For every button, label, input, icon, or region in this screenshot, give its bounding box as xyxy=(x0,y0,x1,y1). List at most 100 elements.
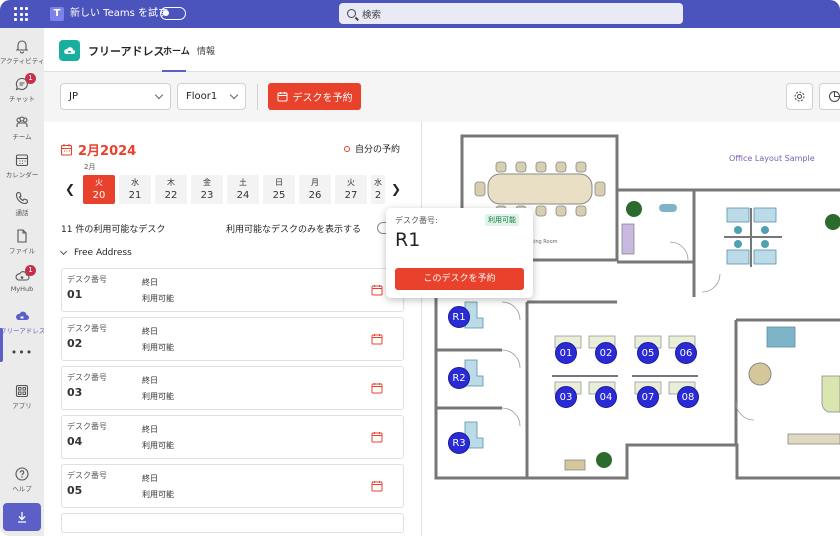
desk-duration: 終日 xyxy=(142,474,158,483)
desk-row[interactable]: デスク番号 05 終日 利用可能 xyxy=(61,464,404,508)
teams-top-bar: T 新しい Teams を試す 検索 xyxy=(0,0,840,28)
rail-label: アクティビティ xyxy=(0,57,45,65)
desk-marker-r1[interactable]: R1 xyxy=(448,306,470,328)
region-select[interactable]: JP xyxy=(60,83,171,110)
rail-item-calendar[interactable]: カレンダー xyxy=(0,152,44,179)
chevron-down-icon xyxy=(229,90,239,100)
desk-status: 利用可能 xyxy=(142,343,174,352)
rail-item-activity[interactable]: アクティビティ xyxy=(0,38,44,65)
month-header: 2月2024 xyxy=(60,140,136,159)
desk-number-label: デスク番号 xyxy=(67,422,107,431)
waffle-icon[interactable] xyxy=(14,7,28,21)
report-button[interactable] xyxy=(819,83,840,110)
calendar-icon[interactable] xyxy=(371,480,383,492)
day-cell[interactable]: 水2 xyxy=(371,175,385,204)
rail-item-myhub[interactable]: 1 MyHub xyxy=(0,265,44,293)
desk-row[interactable]: デスク番号 02 終日 利用可能 xyxy=(61,317,404,361)
desk-number: 04 xyxy=(67,435,83,448)
desk-marker-04[interactable]: 04 xyxy=(595,386,617,408)
gear-icon xyxy=(794,91,805,102)
reserve-this-desk-button[interactable]: このデスクを予約 xyxy=(395,268,524,290)
floor-value: Floor1 xyxy=(186,91,218,102)
more-apps-icon[interactable]: ••• xyxy=(0,346,44,359)
desk-row[interactable]: デスク番号 01 終日 利用可能 xyxy=(61,268,404,312)
rail-item-teams[interactable]: チーム xyxy=(0,114,44,141)
search-icon xyxy=(347,9,356,18)
calendar-icon xyxy=(277,92,287,102)
desk-duration: 終日 xyxy=(142,327,158,336)
rail-label: チャット xyxy=(9,95,35,103)
desk-marker-01[interactable]: 01 xyxy=(555,342,577,364)
popup-status-badge: 利用可能 xyxy=(485,214,519,226)
calendar-icon[interactable] xyxy=(371,284,383,296)
chevron-down-icon xyxy=(59,247,68,256)
rail-label: チーム xyxy=(12,133,32,141)
toolbar-divider xyxy=(257,84,258,110)
rail-item-help[interactable]: ヘルプ xyxy=(0,466,44,493)
rail-label: アプリ xyxy=(12,402,32,410)
floor-select[interactable]: Floor1 xyxy=(177,83,246,110)
pie-chart-icon xyxy=(828,91,840,102)
desk-marker-r2[interactable]: R2 xyxy=(448,367,470,389)
desk-marker-03[interactable]: 03 xyxy=(555,386,577,408)
desk-marker-r3[interactable]: R3 xyxy=(448,432,470,454)
desk-marker-06[interactable]: 06 xyxy=(675,342,697,364)
desk-marker-08[interactable]: 08 xyxy=(677,386,699,408)
bell-icon xyxy=(15,40,29,54)
desk-status: 利用可能 xyxy=(142,490,174,499)
map-title: Office Layout Sample xyxy=(729,154,815,163)
office-floor-map[interactable]: ting Room Office Layout Sample R1 R2 R3 … xyxy=(422,122,840,536)
desk-marker-07[interactable]: 07 xyxy=(637,386,659,408)
day-cell[interactable]: 月 26 xyxy=(299,175,331,204)
day-cell[interactable]: 金 23 xyxy=(191,175,223,204)
my-reservation-label: 自分の予約 xyxy=(355,145,401,155)
chat-badge: 1 xyxy=(25,73,36,84)
month-title: 2月2024 xyxy=(78,144,137,159)
day-cell[interactable]: 土 24 xyxy=(227,175,259,204)
download-button[interactable] xyxy=(3,503,41,531)
calendar-icon[interactable] xyxy=(371,333,383,345)
calendar-icon xyxy=(60,144,73,156)
my-reservation-dot-icon xyxy=(344,145,350,152)
rail-item-free-address[interactable]: フリーアドレス xyxy=(0,308,45,335)
desk-row[interactable]: デスク番号 04 終日 利用可能 xyxy=(61,415,404,459)
desk-number-label: デスク番号 xyxy=(67,471,107,480)
day-cell[interactable]: 木 22 xyxy=(155,175,187,204)
file-icon xyxy=(17,229,27,243)
reserve-desk-button[interactable]: デスクを予約 xyxy=(268,83,361,110)
new-teams-label: 新しい Teams を試す xyxy=(70,8,168,19)
next-days-button[interactable]: ❯ xyxy=(391,182,401,196)
desk-number: 02 xyxy=(67,337,83,350)
day-cell[interactable]: 火 20 xyxy=(83,175,115,204)
myhub-badge: 1 xyxy=(25,265,36,276)
rail-item-calls[interactable]: 通話 xyxy=(0,190,44,217)
desk-marker-05[interactable]: 05 xyxy=(637,342,659,364)
rail-item-files[interactable]: ファイル xyxy=(0,228,44,255)
search-placeholder: 検索 xyxy=(362,9,382,21)
desk-row[interactable]: デスク番号 03 終日 利用可能 xyxy=(61,366,404,410)
day-cell[interactable]: 水 21 xyxy=(119,175,151,204)
group-header[interactable]: Free Address xyxy=(59,247,132,258)
calendar-icon[interactable] xyxy=(371,431,383,443)
desk-marker-02[interactable]: 02 xyxy=(595,342,617,364)
prev-days-button[interactable]: ❮ xyxy=(65,182,75,196)
new-teams-toggle[interactable] xyxy=(160,7,186,20)
app-rail: アクティビティ 1 チャット チーム カレンダー 通話 ファイル 1 MyHub xyxy=(0,28,45,536)
desk-duration: 終日 xyxy=(142,425,158,434)
tab-info[interactable]: 情報 xyxy=(197,44,215,57)
desk-popup: デスク番号: 利用可能 R1 このデスクを予約 xyxy=(386,208,533,298)
rail-item-chat[interactable]: 1 チャット xyxy=(0,73,44,103)
popup-desk-number: R1 xyxy=(395,229,421,251)
phone-icon xyxy=(15,191,29,205)
settings-button[interactable] xyxy=(786,83,813,110)
calendar-icon[interactable] xyxy=(371,382,383,394)
tab-home[interactable]: ホーム xyxy=(163,44,190,57)
desk-row-partial[interactable] xyxy=(61,513,404,533)
desk-duration: 終日 xyxy=(142,376,158,385)
help-icon xyxy=(15,467,29,481)
search-input[interactable]: 検索 xyxy=(339,3,683,24)
day-cell[interactable]: 日 25 xyxy=(263,175,295,204)
day-cell[interactable]: 火 27 xyxy=(335,175,367,204)
rail-item-apps[interactable]: アプリ xyxy=(0,383,44,410)
toolbar: JP Floor1 デスクを予約 xyxy=(44,72,840,122)
